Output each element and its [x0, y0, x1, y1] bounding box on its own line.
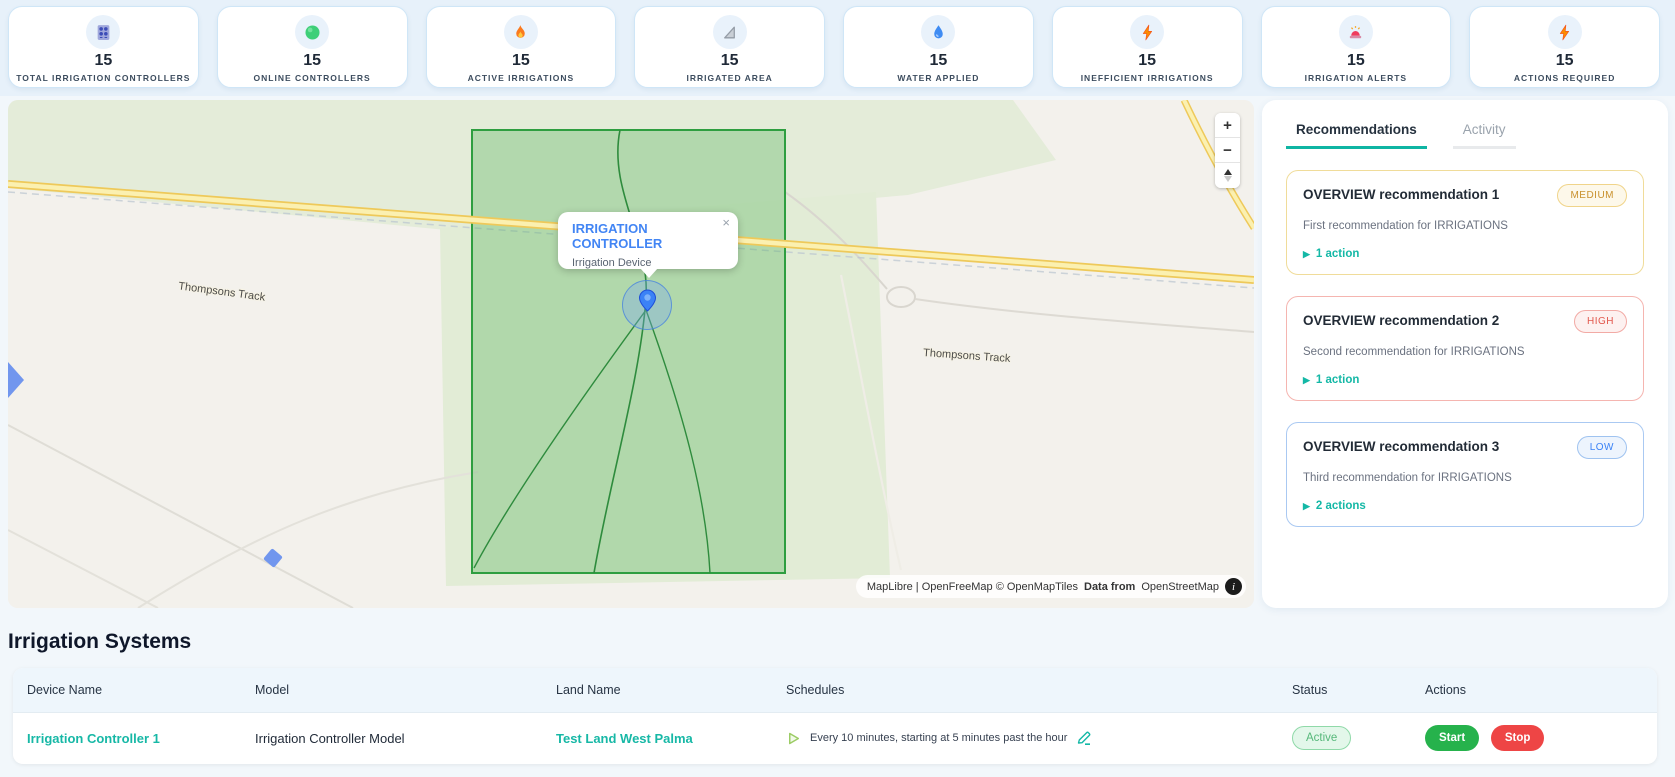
irrigation-systems-heading: Irrigation Systems [8, 630, 191, 654]
recommendation-actions-toggle[interactable]: ▶ 2 actions [1303, 500, 1627, 512]
actions-count-label: 1 action [1316, 248, 1359, 260]
attribution-libraries: MapLibre | OpenFreeMap © OpenMapTiles [867, 581, 1078, 593]
model-cell: Irrigation Controller Model [255, 731, 556, 746]
compass-reset-button[interactable] [1215, 163, 1240, 188]
start-button[interactable]: Start [1425, 725, 1479, 751]
edit-pencil-icon[interactable] [1076, 730, 1092, 746]
stat-label: WATER APPLIED [897, 73, 979, 83]
stat-card-irrigation-alerts: 15 IRRIGATION ALERTS [1261, 6, 1452, 88]
device-name-link[interactable]: Irrigation Controller 1 [27, 731, 255, 746]
play-outline-icon[interactable] [786, 731, 801, 746]
land-name-link[interactable]: Test Land West Palma [556, 731, 786, 746]
recommendation-description: Second recommendation for IRRIGATIONS [1303, 346, 1627, 358]
recommendation-description: Third recommendation for IRRIGATIONS [1303, 472, 1627, 484]
table-row: Irrigation Controller 1 Irrigation Contr… [13, 713, 1657, 763]
stat-value: 15 [1556, 52, 1574, 70]
recommendation-title: OVERVIEW recommendation 1 [1303, 184, 1499, 202]
priority-badge-medium: MEDIUM [1557, 184, 1627, 207]
recommendation-actions-toggle[interactable]: ▶ 1 action [1303, 374, 1627, 386]
stat-card-actions-required: 15 ACTIONS REQUIRED [1469, 6, 1660, 88]
recommendation-card-3[interactable]: OVERVIEW recommendation 3 LOW Third reco… [1286, 422, 1644, 527]
column-model: Model [255, 683, 556, 697]
stat-card-online-controllers: 15 ONLINE CONTROLLERS [217, 6, 408, 88]
close-icon[interactable]: × [722, 216, 730, 229]
panel-tabs: Recommendations Activity [1286, 122, 1644, 149]
stat-card-water-applied: 15 WATER APPLIED [843, 6, 1034, 88]
priority-badge-low: LOW [1577, 436, 1627, 459]
stat-label: IRRIGATION ALERTS [1305, 73, 1407, 83]
irrigation-controller-marker-icon[interactable] [638, 289, 657, 317]
stat-card-irrigated-area: 15 IRRIGATED AREA [634, 6, 825, 88]
schedule-text: Every 10 minutes, starting at 5 minutes … [810, 732, 1067, 744]
column-land-name: Land Name [556, 683, 786, 697]
recommendation-title: OVERVIEW recommendation 2 [1303, 310, 1499, 328]
stat-label: ACTIVE IRRIGATIONS [468, 73, 575, 83]
stat-label: ACTIONS REQUIRED [1514, 73, 1615, 83]
tab-activity[interactable]: Activity [1453, 122, 1516, 149]
stat-card-total-controllers: 15 TOTAL IRRIGATION CONTROLLERS [8, 6, 199, 88]
controller-panel-icon [86, 15, 120, 49]
stat-value: 15 [94, 52, 112, 70]
stat-value: 15 [303, 52, 321, 70]
stat-label: IRRIGATED AREA [687, 73, 773, 83]
stat-card-inefficient-irrigations: 15 INEFFICIENT IRRIGATIONS [1052, 6, 1243, 88]
stat-value: 15 [1347, 52, 1365, 70]
tab-recommendations[interactable]: Recommendations [1286, 122, 1427, 149]
recommendation-card-2[interactable]: OVERVIEW recommendation 2 HIGH Second re… [1286, 296, 1644, 401]
map-zoom-controls: + − [1215, 113, 1240, 188]
table-header-row: Device Name Model Land Name Schedules St… [13, 668, 1657, 713]
stat-value: 15 [721, 52, 739, 70]
recommendations-panel: Recommendations Activity OVERVIEW recomm… [1262, 100, 1668, 608]
lightning-icon [1548, 15, 1582, 49]
status-cell: Active [1292, 726, 1425, 750]
stop-button[interactable]: Stop [1491, 725, 1545, 751]
stat-value: 15 [929, 52, 947, 70]
map-canvas[interactable]: Thompsons Track Thompsons Track IRRIGATI… [8, 100, 1254, 608]
recommendation-description: First recommendation for IRRIGATIONS [1303, 220, 1627, 232]
stat-label: ONLINE CONTROLLERS [254, 73, 371, 83]
lightning-icon [1130, 15, 1164, 49]
actions-count-label: 2 actions [1316, 500, 1366, 512]
recommendation-card-1[interactable]: OVERVIEW recommendation 1 MEDIUM First r… [1286, 170, 1644, 275]
recommendation-actions-toggle[interactable]: ▶ 1 action [1303, 248, 1627, 260]
column-schedules: Schedules [786, 683, 1292, 697]
schedules-cell: Every 10 minutes, starting at 5 minutes … [786, 730, 1292, 746]
stat-value: 15 [1138, 52, 1156, 70]
flame-icon [504, 15, 538, 49]
map-tiles [8, 100, 1254, 608]
popup-tip [640, 268, 658, 278]
status-badge: Active [1292, 726, 1351, 750]
attribution-source-link[interactable]: OpenStreetMap [1141, 581, 1219, 593]
info-icon[interactable]: i [1225, 578, 1242, 595]
zoom-out-button[interactable]: − [1215, 138, 1240, 163]
stat-card-active-irrigations: 15 ACTIVE IRRIGATIONS [426, 6, 617, 88]
attribution-data-from: Data from [1084, 581, 1135, 593]
area-ruler-icon [713, 15, 747, 49]
compass-down-icon [1224, 176, 1232, 182]
column-status: Status [1292, 683, 1425, 697]
water-drop-icon [921, 15, 955, 49]
column-device-name: Device Name [27, 683, 255, 697]
map-popup: IRRIGATION CONTROLLER Irrigation Device … [558, 212, 738, 269]
compass-up-icon [1224, 169, 1232, 175]
play-triangle-icon: ▶ [1303, 375, 1310, 386]
actions-cell: Start Stop [1425, 725, 1657, 751]
zoom-in-button[interactable]: + [1215, 113, 1240, 138]
stat-label: INEFFICIENT IRRIGATIONS [1081, 73, 1214, 83]
stat-label: TOTAL IRRIGATION CONTROLLERS [16, 73, 190, 83]
map-attribution: MapLibre | OpenFreeMap © OpenMapTiles Da… [856, 575, 1246, 598]
popup-title: IRRIGATION CONTROLLER [572, 221, 726, 251]
priority-badge-high: HIGH [1574, 310, 1627, 333]
stats-row: 15 TOTAL IRRIGATION CONTROLLERS 15 ONLIN… [8, 6, 1660, 88]
stat-value: 15 [512, 52, 530, 70]
alert-siren-icon [1339, 15, 1373, 49]
online-dot-icon [295, 15, 329, 49]
play-triangle-icon: ▶ [1303, 501, 1310, 512]
irrigation-systems-table: Device Name Model Land Name Schedules St… [13, 668, 1657, 764]
column-actions: Actions [1425, 683, 1657, 697]
actions-count-label: 1 action [1316, 374, 1359, 386]
play-triangle-icon: ▶ [1303, 249, 1310, 260]
recommendation-title: OVERVIEW recommendation 3 [1303, 436, 1499, 454]
